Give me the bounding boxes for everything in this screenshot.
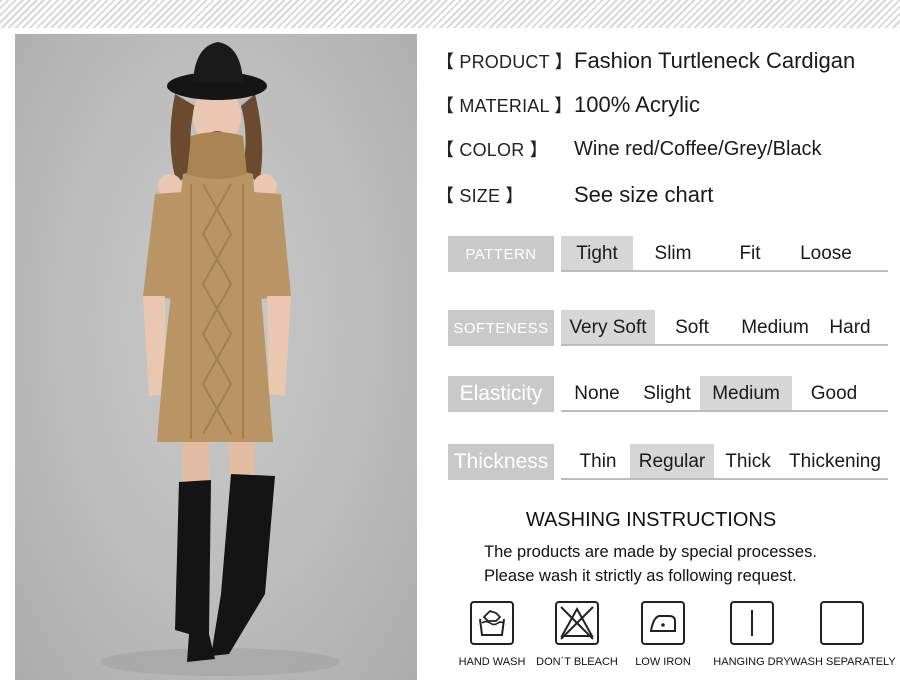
product-value: Fashion Turtleneck Cardigan — [574, 48, 856, 73]
softeness-option-very-soft: Very Soft — [561, 310, 655, 346]
thickness-option-thickening: Thickening — [789, 451, 881, 472]
thickness-option-thick: Thick — [725, 451, 771, 472]
elasticity-option-none: None — [574, 383, 620, 404]
low-iron-icon — [641, 601, 685, 645]
pattern-option-slim: Slim — [654, 243, 692, 264]
pattern-underline — [561, 270, 888, 272]
material-value: 100% Acrylic — [574, 92, 700, 117]
spec-row-color: 【 COLOR 】 Wine red/Coffee/Grey/Black — [436, 134, 886, 164]
thickness-option-thin: Thin — [579, 451, 617, 472]
hanging-dry-label: HANGING DRY — [713, 656, 791, 668]
color-value: Wine red/Coffee/Grey/Black — [574, 137, 822, 160]
thickness-tag: Thickness — [448, 444, 554, 480]
softeness-option-soft: Soft — [675, 317, 709, 338]
elasticity-tag: Elasticity — [448, 376, 554, 412]
size-label: 【 SIZE 】 — [436, 186, 524, 206]
spec-row-size: 【 SIZE 】 See size chart — [436, 180, 886, 210]
washing-text-line-2: Please wash it strictly as following req… — [484, 567, 797, 585]
softeness-option-hard: Hard — [829, 317, 871, 338]
dont-bleach-label: DON´T BLEACH — [536, 656, 618, 668]
softeness-tag: SOFTENESS — [448, 310, 554, 346]
color-label: 【 COLOR 】 — [436, 140, 548, 160]
hand-wash-label: HAND WASH — [458, 656, 526, 668]
attribute-thickness: Thickness Thin Regular Thick Thickening — [448, 444, 888, 480]
softeness-option-medium: Medium — [741, 317, 809, 338]
spec-row-product: 【 PRODUCT 】 Fashion Turtleneck Cardigan — [436, 46, 886, 76]
thickness-option-regular: Regular — [630, 444, 714, 480]
washing-title: WASHING INSTRUCTIONS — [525, 509, 777, 531]
elasticity-option-good: Good — [810, 383, 858, 404]
decorative-stripe — [0, 0, 900, 28]
softeness-underline — [561, 344, 888, 346]
wash-separately-label: WASH SEPARATELY — [790, 656, 896, 668]
pattern-option-fit: Fit — [739, 243, 761, 264]
low-iron-label: LOW IRON — [635, 656, 691, 668]
material-label: 【 MATERIAL 】 — [436, 96, 573, 116]
size-value: See size chart — [574, 182, 714, 207]
model-photo — [15, 34, 417, 680]
attribute-softeness: SOFTENESS Very Soft Soft Medium Hard — [448, 310, 888, 346]
elasticity-underline — [561, 410, 888, 412]
pattern-option-loose: Loose — [800, 243, 852, 264]
spec-row-material: 【 MATERIAL 】 100% Acrylic — [436, 90, 886, 120]
elasticity-option-medium: Medium — [700, 376, 792, 412]
pattern-option-tight: Tight — [561, 236, 633, 272]
hanging-dry-icon — [730, 601, 774, 645]
attribute-pattern: PATTERN Tight Slim Fit Loose — [448, 236, 888, 272]
wash-separately-icon — [820, 601, 864, 645]
attribute-elasticity: Elasticity None Slight Medium Good — [448, 376, 888, 412]
product-label: 【 PRODUCT 】 — [436, 52, 573, 72]
thickness-underline — [561, 478, 888, 480]
pattern-tag: PATTERN — [448, 236, 554, 272]
model-illustration — [100, 42, 340, 676]
washing-text-line-1: The products are made by special process… — [484, 543, 817, 561]
hand-wash-icon — [470, 601, 514, 645]
dont-bleach-icon — [555, 601, 599, 645]
elasticity-option-slight: Slight — [643, 383, 691, 404]
